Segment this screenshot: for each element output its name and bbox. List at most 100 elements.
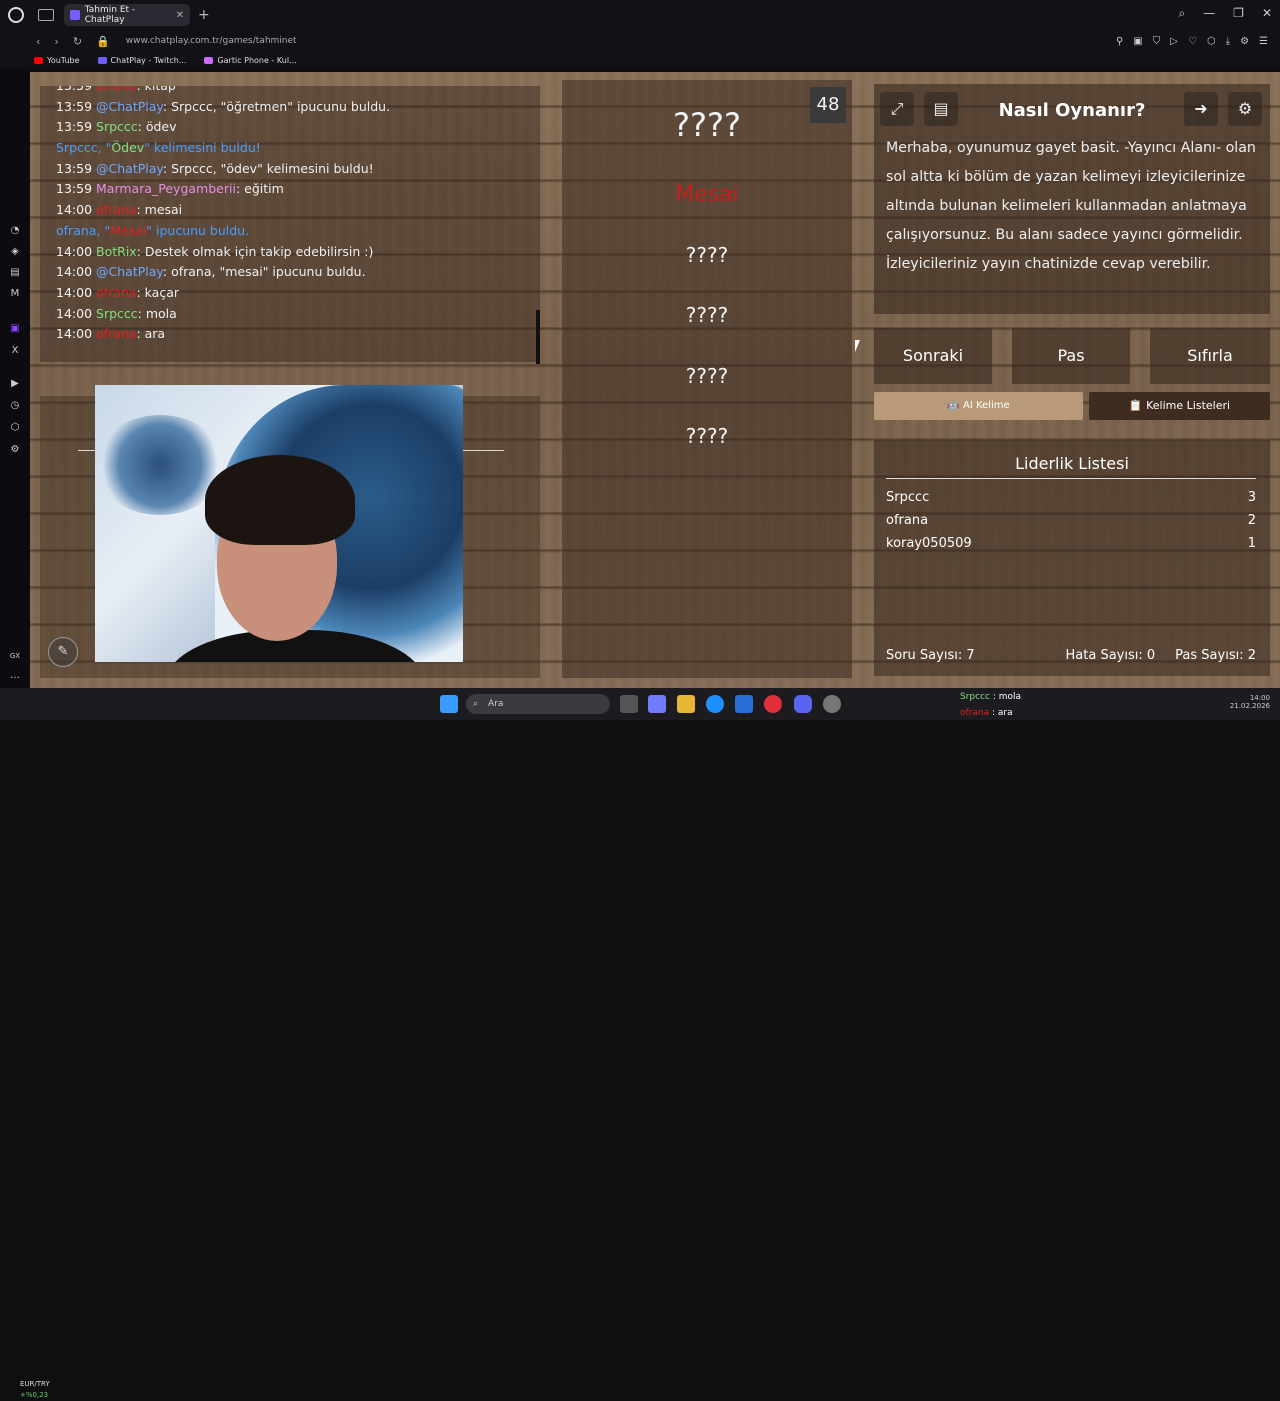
workspaces-icon[interactable]: ◈: [9, 246, 21, 258]
chat-time: 13:59: [56, 86, 92, 93]
opera-logo-icon[interactable]: [8, 7, 24, 23]
address-bar: ‹ › ↻ 🔒 www.chatplay.com.tr/games/tahmin…: [0, 30, 1280, 52]
chat-time: 14:00: [56, 202, 93, 218]
obs-icon[interactable]: [823, 695, 841, 713]
snapshot-icon[interactable]: ▣: [1133, 36, 1142, 47]
chat-text: : Destek olmak için takip edebilirsin :): [136, 243, 374, 259]
settings-gear-icon[interactable]: ⚙: [1228, 92, 1262, 126]
gx-icon[interactable]: GX: [9, 650, 21, 662]
chat-username[interactable]: Marmara_Peygamberii: [96, 181, 236, 196]
chat-time: 13:59: [56, 181, 93, 197]
pinboard-icon[interactable]: ▤: [9, 267, 21, 279]
forward-icon[interactable]: ›: [54, 35, 58, 48]
edge-icon[interactable]: [706, 695, 724, 713]
chat-time: 13:59: [56, 160, 93, 176]
error-count: Hata Sayısı: 0: [1065, 648, 1156, 663]
pin-icon[interactable]: ⚲: [1116, 36, 1123, 47]
copilot-icon[interactable]: [648, 695, 666, 713]
reload-icon[interactable]: ↻: [73, 35, 82, 48]
sidebar-settings-icon[interactable]: ⚙: [9, 444, 21, 456]
browser-tab[interactable]: Tahmin Et - ChatPlay ✕: [64, 4, 190, 26]
word-lists-button[interactable]: 📋 Kelime Listeleri: [1089, 392, 1270, 420]
back-icon[interactable]: ‹: [36, 35, 40, 48]
download-icon[interactable]: ⤓: [1226, 36, 1230, 47]
extensions-sidebar-icon[interactable]: ⬡: [9, 422, 21, 434]
history-icon[interactable]: ◷: [9, 400, 21, 412]
chat-list: 13:59 ofrana: kitap13:59 @ChatPlay: Srpc…: [40, 86, 540, 345]
player-icon[interactable]: ▶: [9, 378, 21, 390]
chat-text: : ödev: [137, 119, 177, 135]
chat-username[interactable]: ofrana,: [56, 223, 104, 238]
chat-username[interactable]: Srpccc: [96, 306, 138, 321]
file-explorer-icon[interactable]: [677, 695, 695, 713]
extensions-icon[interactable]: ⬡: [1207, 36, 1216, 47]
sidebar-toggle-icon[interactable]: [38, 9, 54, 21]
aria-icon[interactable]: ◔: [9, 225, 21, 237]
exit-icon[interactable]: ➜: [1184, 92, 1218, 126]
chat-username[interactable]: @ChatPlay: [96, 264, 163, 279]
url-field[interactable]: www.chatplay.com.tr/games/tahminet: [126, 36, 297, 46]
chat-message: 13:59 Srpccc: ödev: [40, 117, 540, 138]
heart-icon[interactable]: ♡: [1188, 36, 1197, 47]
chat-time: 14:00: [56, 326, 93, 342]
chat-username[interactable]: ofrana: [96, 86, 136, 93]
chat-username[interactable]: @ChatPlay: [96, 99, 163, 114]
opera-gx-icon[interactable]: [764, 695, 782, 713]
chatplay-icon: [97, 56, 107, 64]
hidden-hint: ????: [685, 243, 729, 267]
chat-time: 14:00: [56, 264, 93, 280]
next-button[interactable]: Sonraki: [874, 328, 992, 384]
chat-username[interactable]: ofrana: [96, 285, 136, 300]
system-tray-clock[interactable]: 14:00 21.02.2026: [1230, 694, 1270, 710]
chat-message: Srpccc, "Ödev" kelimesini buldu!: [40, 138, 540, 159]
ai-word-button[interactable]: 🤖 AI Kelime: [874, 392, 1083, 420]
hidden-hint: ????: [685, 424, 729, 448]
hidden-hint: ????: [685, 364, 729, 388]
chat-username[interactable]: Srpccc: [96, 119, 138, 134]
maximize-icon[interactable]: ❐: [1233, 6, 1244, 21]
game-stats: Soru Sayısı: 7 Hata Sayısı: 0 Pas Sayısı…: [886, 648, 1256, 663]
chat-username[interactable]: Srpccc,: [56, 140, 106, 155]
chat-time: 14:00: [56, 305, 93, 321]
chat-username[interactable]: ofrana: [96, 326, 136, 341]
bookmark-chatplay[interactable]: ChatPlay - Twitch...: [97, 56, 186, 65]
leaderboard-title: Liderlik Listesi: [1015, 454, 1129, 473]
more-icon[interactable]: …: [9, 670, 21, 682]
leaderboard-row: Srpccc 3: [886, 490, 1256, 505]
found-word: Mesai: [110, 222, 147, 238]
bookmark-youtube[interactable]: YouTube: [34, 56, 80, 65]
currency-widget[interactable]: EUR/TRY +%0,23: [20, 1379, 50, 1401]
shield-icon[interactable]: ⛉: [1153, 36, 1161, 47]
minimize-icon[interactable]: —: [1203, 6, 1215, 21]
leaderboard: Liderlik Listesi Srpccc 3 ofrana 2 koray…: [874, 440, 1270, 676]
close-window-icon[interactable]: ✕: [1262, 6, 1272, 21]
chat-scrollbar[interactable]: [536, 310, 540, 364]
settings-icon[interactable]: ⚙: [1240, 36, 1249, 47]
found-word: Ödev: [111, 140, 145, 156]
taskbar-search[interactable]: ⌕ Ara: [466, 694, 610, 714]
close-tab-icon[interactable]: ✕: [176, 10, 184, 21]
reset-button[interactable]: Sıfırla: [1150, 328, 1270, 384]
x-icon[interactable]: X: [9, 345, 21, 357]
edit-pencil-button[interactable]: ✎: [48, 637, 78, 667]
chat-text: "Mesai" ipucunu buldu.: [104, 222, 250, 238]
task-view-icon[interactable]: [620, 695, 638, 713]
chat-time: 13:59: [56, 98, 93, 114]
chat-message: 13:59 Marmara_Peygamberii: eğitim: [40, 179, 540, 200]
search-tabs-icon[interactable]: ⌕: [1178, 6, 1185, 21]
new-tab-icon[interactable]: +: [198, 7, 210, 23]
menu-icon[interactable]: ☰: [1259, 36, 1268, 47]
chat-username[interactable]: BotRix: [96, 244, 137, 259]
play-icon[interactable]: ▷: [1170, 36, 1178, 47]
pass-button[interactable]: Pas: [1012, 328, 1130, 384]
windows-start-icon[interactable]: [440, 695, 458, 713]
taskbar-chat-overlay: Srpccc : mola ofrana : ara: [960, 692, 1022, 718]
discord-icon[interactable]: [794, 695, 812, 713]
messenger-icon[interactable]: M: [9, 288, 21, 300]
twitch-icon[interactable]: ▣: [9, 323, 21, 335]
chat-username[interactable]: ofrana: [96, 202, 136, 217]
leaderboard-row: koray050509 1: [886, 536, 1256, 551]
chat-username[interactable]: @ChatPlay: [96, 161, 163, 176]
bookmark-gartic[interactable]: Gartic Phone - Kul...: [204, 56, 297, 65]
store-icon[interactable]: [735, 695, 753, 713]
